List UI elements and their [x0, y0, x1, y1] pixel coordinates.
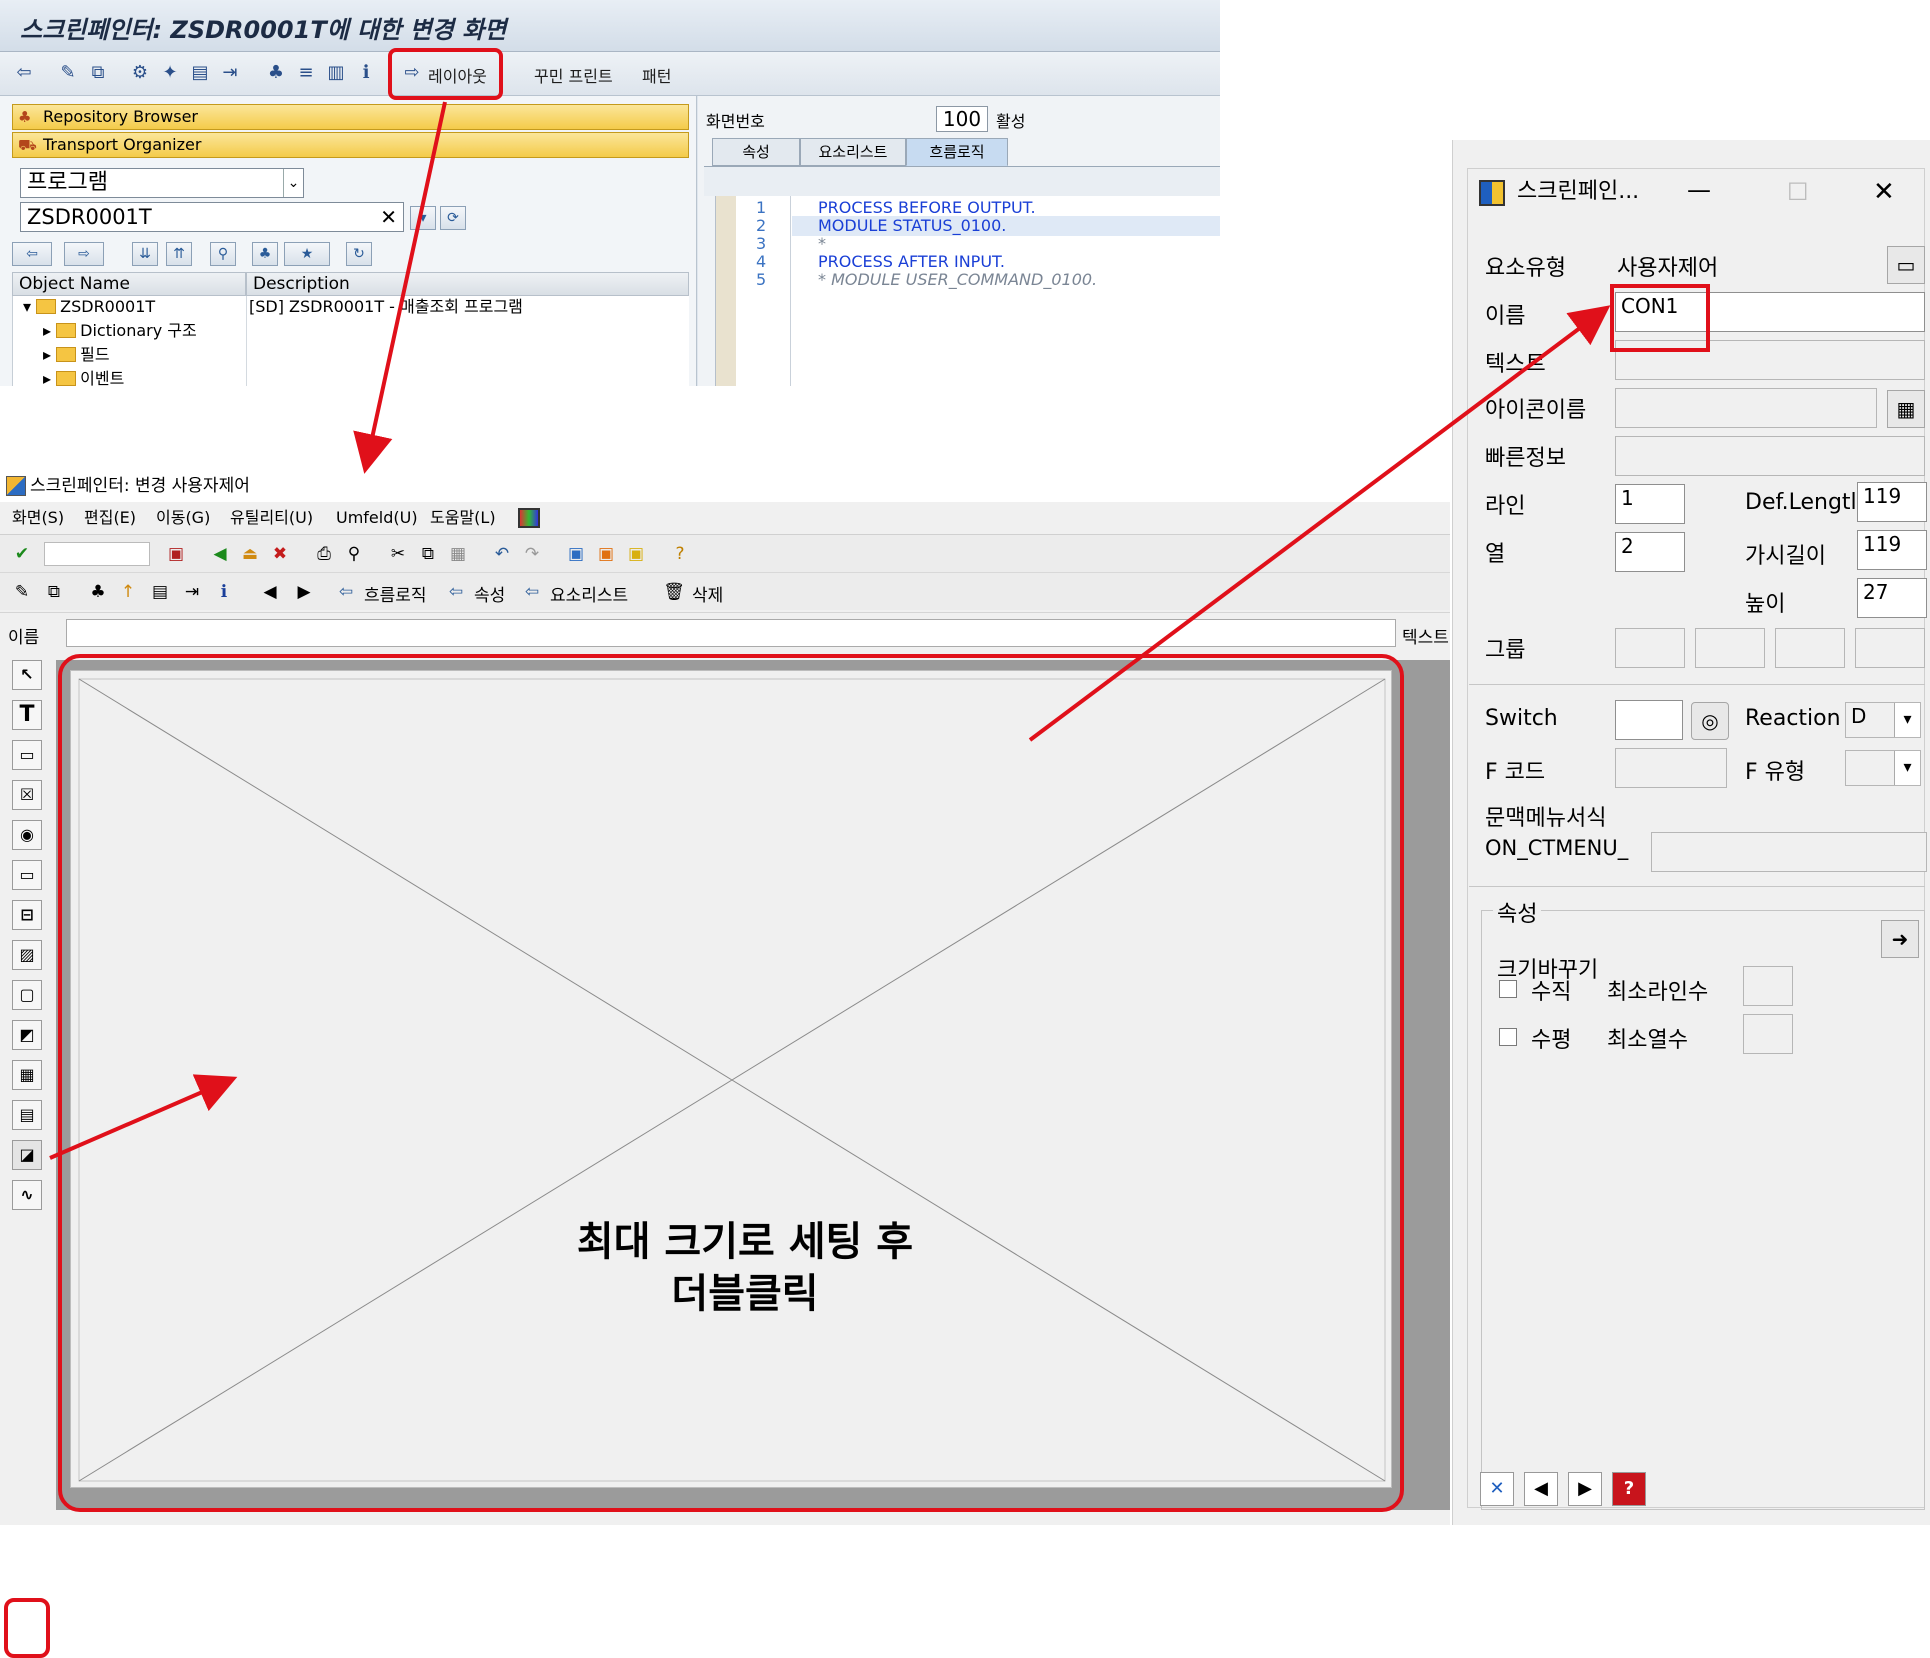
- arrow-layout-to-painter: [353, 101, 447, 474]
- arrow-palette-to-canvas: [49, 1074, 238, 1160]
- arrow-canvas-to-name: [1028, 305, 1611, 742]
- annotation-arrows: [49, 101, 1611, 1160]
- palette-highlight-box: [4, 1598, 50, 1658]
